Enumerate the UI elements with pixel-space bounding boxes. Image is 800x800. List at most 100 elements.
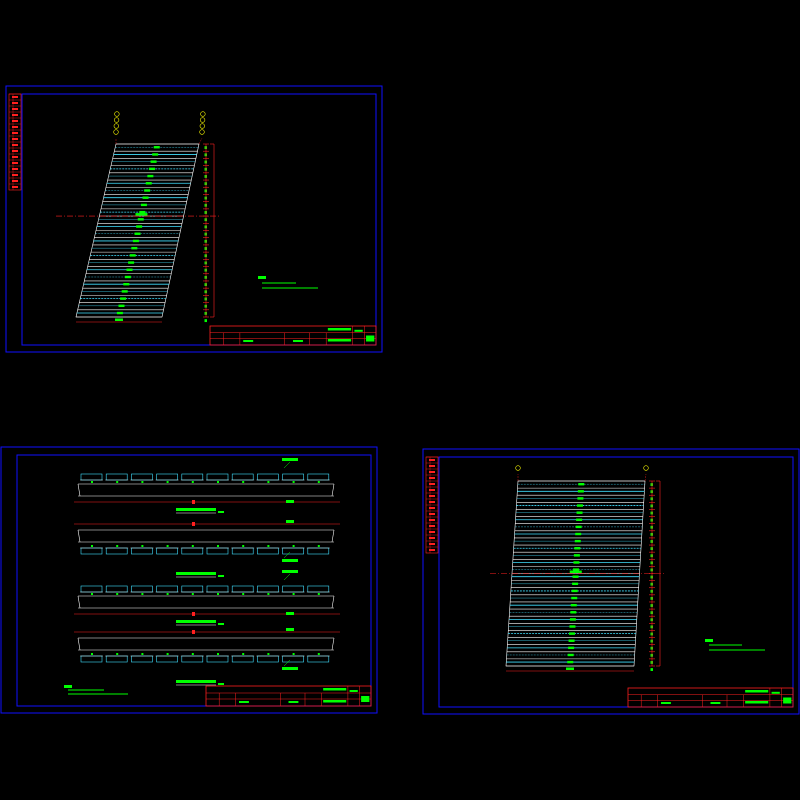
- callout-label-mark: [282, 570, 298, 573]
- panel-label-mark: [567, 660, 574, 664]
- panel-label-mark: [577, 497, 584, 500]
- girder-label-mark: [191, 593, 194, 595]
- girder-label-mark: [292, 545, 295, 547]
- girder-label-mark: [292, 653, 295, 655]
- centerline-label-mark: [569, 570, 582, 573]
- panel-label-mark: [570, 611, 577, 614]
- girder-label-mark: [292, 481, 295, 483]
- girder-label-mark: [141, 481, 144, 483]
- section-caption-mark: [176, 572, 216, 575]
- title-text-mark: [354, 329, 363, 332]
- girder-label-mark: [217, 545, 219, 547]
- girder-label-mark: [317, 593, 320, 595]
- panel-label-mark: [571, 589, 578, 593]
- panel-label-mark: [145, 182, 152, 185]
- girder-label-mark: [242, 481, 245, 483]
- girder-label-mark: [317, 481, 320, 483]
- panel-label-mark: [150, 160, 157, 163]
- panel-label-mark: [573, 561, 580, 564]
- panel-label-mark: [568, 646, 575, 650]
- section-scale-mark: [218, 623, 224, 625]
- centerline-label-mark: [135, 213, 148, 216]
- section-scale-mark: [218, 511, 224, 513]
- title-text-mark: [771, 691, 780, 694]
- girder-label-mark: [166, 545, 169, 547]
- girder-label-mark: [292, 593, 295, 595]
- girder-label-mark: [217, 653, 219, 655]
- girder-label-mark: [91, 593, 93, 595]
- section-scale-mark: [218, 575, 224, 577]
- girder-label-mark: [116, 481, 119, 483]
- section-scale-mark: [218, 683, 224, 685]
- title-text-mark: [293, 340, 303, 342]
- panel-label-mark: [118, 304, 125, 308]
- section-caption-mark: [176, 620, 216, 623]
- dimension-text-mark: [650, 668, 653, 671]
- panel-label-mark: [569, 625, 576, 628]
- panel-label-mark: [134, 232, 141, 235]
- girder-label-mark: [217, 593, 219, 595]
- girder-label-mark: [242, 593, 245, 595]
- panel-label-mark: [575, 532, 582, 536]
- panel-label-mark: [139, 210, 146, 214]
- bottom-dimension-text: [115, 318, 123, 321]
- callout-label-mark: [286, 500, 294, 503]
- girder-label-mark: [191, 545, 194, 547]
- callout-label-mark: [286, 612, 294, 615]
- panel-label-mark: [137, 218, 144, 221]
- title-text-mark: [661, 702, 671, 704]
- panel-label-mark: [116, 311, 123, 315]
- panel-label-mark: [120, 297, 127, 300]
- panel-label-mark: [572, 568, 579, 571]
- girder-label-mark: [191, 653, 194, 655]
- callout-label-mark: [286, 628, 294, 631]
- panel-label-mark: [131, 246, 138, 250]
- girder-label-mark: [267, 545, 270, 547]
- panel-label-mark: [570, 603, 577, 607]
- panel-label-mark: [576, 511, 583, 514]
- girder-label-mark: [91, 481, 93, 483]
- panel-label-mark: [572, 575, 579, 578]
- panel-label-mark: [153, 146, 160, 149]
- dimension-tick: [192, 522, 195, 526]
- panel-label-mark: [123, 283, 130, 286]
- title-text-mark: [327, 328, 352, 331]
- panel-label-mark: [568, 639, 575, 642]
- bottom-dimension-text: [566, 667, 574, 670]
- girder-label-mark: [217, 481, 219, 483]
- girder-label-mark: [116, 593, 119, 595]
- panel-label-mark: [569, 632, 576, 635]
- girder-label-mark: [116, 653, 119, 655]
- title-text-mark: [783, 697, 792, 704]
- callout-label-mark: [282, 559, 298, 562]
- girder-label-mark: [116, 545, 119, 547]
- panel-label-mark: [573, 554, 580, 557]
- section-caption-mark: [176, 508, 216, 511]
- panel-label-mark: [575, 525, 582, 529]
- callout-label-mark: [282, 667, 298, 670]
- panel-label-mark: [147, 174, 154, 178]
- title-text-mark: [323, 700, 347, 703]
- panel-label-mark: [129, 254, 136, 257]
- girder-label-mark: [166, 653, 169, 655]
- girder-label-mark: [242, 653, 245, 655]
- girder-label-mark: [191, 481, 194, 483]
- girder-label-mark: [166, 481, 169, 483]
- dimension-tick: [192, 612, 195, 616]
- girder-label-mark: [267, 653, 270, 655]
- panel-label-mark: [124, 275, 131, 279]
- panel-label-mark: [576, 504, 583, 507]
- girder-label-mark: [317, 545, 320, 547]
- title-text-mark: [327, 339, 352, 342]
- panel-label-mark: [572, 582, 579, 586]
- title-text-mark: [745, 690, 769, 693]
- title-text-mark: [323, 688, 347, 691]
- dimension-tick: [192, 630, 195, 634]
- panel-label-mark: [128, 261, 135, 264]
- girder-label-mark: [267, 593, 270, 595]
- title-text-mark: [745, 701, 769, 704]
- panel-label-mark: [574, 547, 581, 550]
- canvas-background: [0, 0, 800, 800]
- panel-label-mark: [148, 167, 155, 171]
- callout-label-mark: [282, 458, 298, 461]
